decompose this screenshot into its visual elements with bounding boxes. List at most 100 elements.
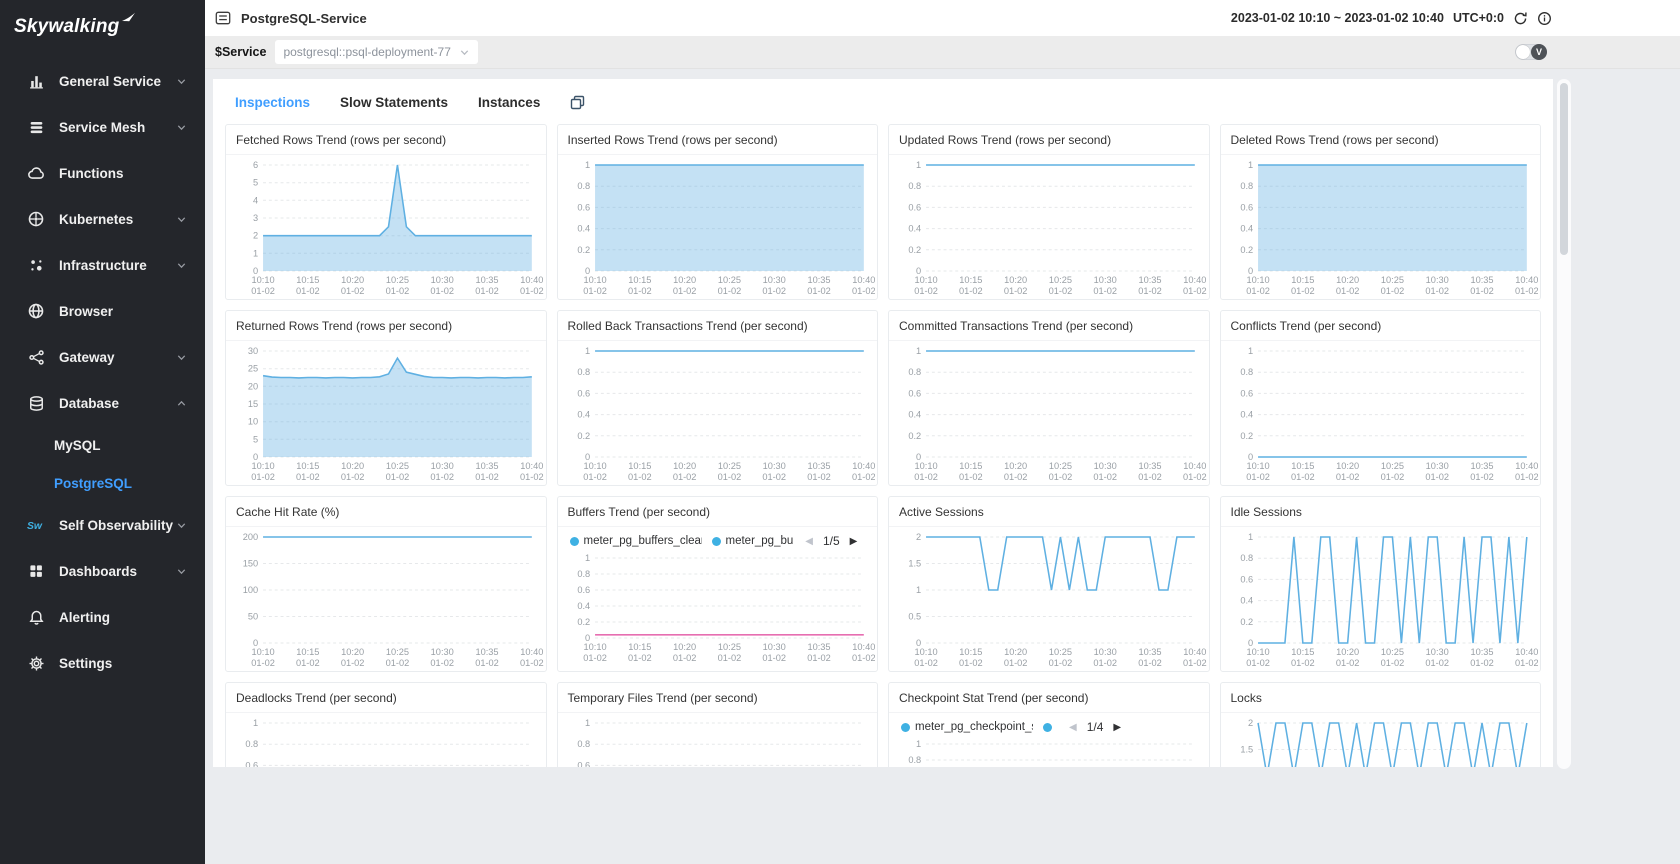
svg-text:01-02: 01-02 [1514, 472, 1538, 482]
copy-dashboard-icon[interactable] [570, 95, 585, 110]
svg-text:01-02: 01-02 [1335, 658, 1359, 668]
kubernetes-icon [27, 210, 45, 228]
svg-text:10:10: 10:10 [583, 642, 606, 652]
sidebar-item-alerting[interactable]: Alerting [0, 594, 205, 640]
svg-text:0.8: 0.8 [908, 367, 921, 377]
logo-wing-icon [121, 12, 136, 25]
chart-checkpoint-stat: 00.20.40.60.8110:1001-0210:1501-0210:200… [891, 736, 1207, 767]
svg-text:01-02: 01-02 [1380, 472, 1404, 482]
legend-item[interactable]: meter_pg_buffers_clean [570, 535, 702, 547]
svg-text:01-02: 01-02 [1093, 658, 1117, 668]
svg-text:50: 50 [248, 611, 258, 621]
svg-text:15: 15 [248, 399, 258, 409]
svg-text:1: 1 [1248, 532, 1253, 542]
svg-text:10:15: 10:15 [628, 275, 651, 285]
logo[interactable]: Skywalking [0, 0, 205, 58]
svg-text:10:35: 10:35 [807, 461, 830, 471]
svg-text:01-02: 01-02 [914, 286, 938, 296]
chart-rolled-back-transactions: 00.20.40.60.8110:1001-0210:1501-0210:200… [560, 343, 876, 486]
svg-text:10:15: 10:15 [296, 647, 319, 657]
menu-toggle-icon[interactable] [215, 10, 231, 26]
chart-conflicts: 00.20.40.60.8110:1001-0210:1501-0210:200… [1223, 343, 1539, 486]
svg-text:Sw: Sw [27, 521, 43, 532]
sidebar-item-postgresql[interactable]: PostgreSQL [0, 464, 205, 502]
svg-text:2: 2 [916, 532, 921, 542]
info-icon[interactable] [1537, 11, 1552, 26]
legend-prev-icon[interactable]: ◀ [1069, 722, 1077, 733]
svg-text:10:20: 10:20 [673, 461, 696, 471]
sidebar-item-general-service[interactable]: General Service [0, 58, 205, 104]
refresh-icon[interactable] [1513, 11, 1528, 26]
svg-text:1: 1 [585, 346, 590, 356]
svg-text:10:20: 10:20 [1336, 647, 1359, 657]
tab-inspections[interactable]: Inspections [235, 94, 310, 111]
sidebar-item-infrastructure[interactable]: Infrastructure [0, 242, 205, 288]
sidebar-item-kubernetes[interactable]: Kubernetes [0, 196, 205, 242]
sidebar-item-label: Settings [59, 656, 112, 671]
svg-text:01-02: 01-02 [1138, 472, 1162, 482]
sidebar-item-gateway[interactable]: Gateway [0, 334, 205, 380]
svg-text:10:30: 10:30 [1094, 275, 1117, 285]
sidebar-item-mysql[interactable]: MySQL [0, 426, 205, 464]
service-select[interactable]: postgresql::psql-deployment-77 [275, 40, 477, 64]
svg-text:20: 20 [248, 381, 258, 391]
svg-text:01-02: 01-02 [1291, 658, 1315, 668]
chevron-down-icon [176, 260, 187, 271]
chevron-down-icon [176, 352, 187, 363]
svg-text:0.8: 0.8 [1240, 181, 1253, 191]
svg-text:01-02: 01-02 [475, 472, 499, 482]
chart-legend: meter_pg_checkpoint_sync_time_rate◀1/4▶ [889, 713, 1209, 734]
svg-text:01-02: 01-02 [807, 472, 831, 482]
sidebar-item-dashboards[interactable]: Dashboards [0, 548, 205, 594]
legend-prev-icon[interactable]: ◀ [805, 536, 813, 547]
svg-text:10:35: 10:35 [475, 647, 498, 657]
sidebar-item-settings[interactable]: Settings [0, 640, 205, 686]
svg-text:0.4: 0.4 [1240, 595, 1253, 605]
svg-text:0.4: 0.4 [577, 409, 590, 419]
legend-item[interactable] [1043, 723, 1057, 732]
svg-text:10:25: 10:25 [1049, 461, 1072, 471]
scrollbar[interactable] [1557, 79, 1571, 769]
sidebar-item-service-mesh[interactable]: Service Mesh [0, 104, 205, 150]
sidebar-item-browser[interactable]: Browser [0, 288, 205, 334]
chart-card-committed-transactions: Committed Transactions Trend (per second… [888, 310, 1210, 486]
svg-text:10:20: 10:20 [1004, 647, 1027, 657]
svg-text:1: 1 [1248, 346, 1253, 356]
chart-card-buffers: Buffers Trend (per second)meter_pg_buffe… [557, 496, 879, 672]
tab-instances[interactable]: Instances [478, 94, 540, 111]
svg-text:10:15: 10:15 [1291, 647, 1314, 657]
database-icon [27, 394, 45, 412]
main-area: InspectionsSlow StatementsInstances Fetc… [205, 69, 1680, 864]
svg-text:01-02: 01-02 [914, 658, 938, 668]
svg-text:10:10: 10:10 [252, 461, 275, 471]
chevron-down-icon [176, 76, 187, 87]
svg-text:01-02: 01-02 [386, 472, 410, 482]
service-variable-label: $Service [215, 45, 266, 59]
chart-title: Active Sessions [889, 497, 1209, 527]
tab-slow-statements[interactable]: Slow Statements [340, 94, 448, 111]
cloud-icon [27, 164, 45, 182]
sidebar-item-database[interactable]: Database [0, 380, 205, 426]
scrollbar-thumb[interactable] [1560, 83, 1568, 255]
svg-text:01-02: 01-02 [1183, 472, 1207, 482]
topbar-right: 2023-01-02 10:10 ~ 2023-01-02 10:40 UTC+… [1231, 11, 1552, 26]
sidebar-item-self-observability[interactable]: Sw Self Observability [0, 502, 205, 548]
chart-deadlocks: 00.20.40.60.8110:1001-0210:1501-0210:200… [228, 715, 544, 767]
svg-text:0.8: 0.8 [577, 569, 590, 579]
svg-text:150: 150 [243, 558, 258, 568]
svg-text:01-02: 01-02 [959, 472, 983, 482]
time-range[interactable]: 2023-01-02 10:10 ~ 2023-01-02 10:40 [1231, 11, 1444, 25]
legend-next-icon[interactable]: ▶ [1113, 722, 1121, 733]
svg-text:01-02: 01-02 [1335, 286, 1359, 296]
sidebar-item-functions[interactable]: Functions [0, 150, 205, 196]
svg-text:01-02: 01-02 [1470, 472, 1494, 482]
chart-locks: 00.511.5210:1001-0210:1501-0210:2001-021… [1223, 715, 1539, 767]
legend-item[interactable]: meter_pg_checkpoint_sync_time_rate [901, 721, 1033, 733]
svg-text:01-02: 01-02 [914, 472, 938, 482]
svg-text:10:15: 10:15 [959, 461, 982, 471]
sidebar-item-label: Self Observability [59, 518, 173, 533]
svg-text:01-02: 01-02 [717, 286, 741, 296]
version-toggle[interactable]: V [1515, 44, 1547, 60]
legend-item[interactable]: meter_pg_bu [712, 535, 794, 547]
legend-next-icon[interactable]: ▶ [850, 536, 858, 547]
